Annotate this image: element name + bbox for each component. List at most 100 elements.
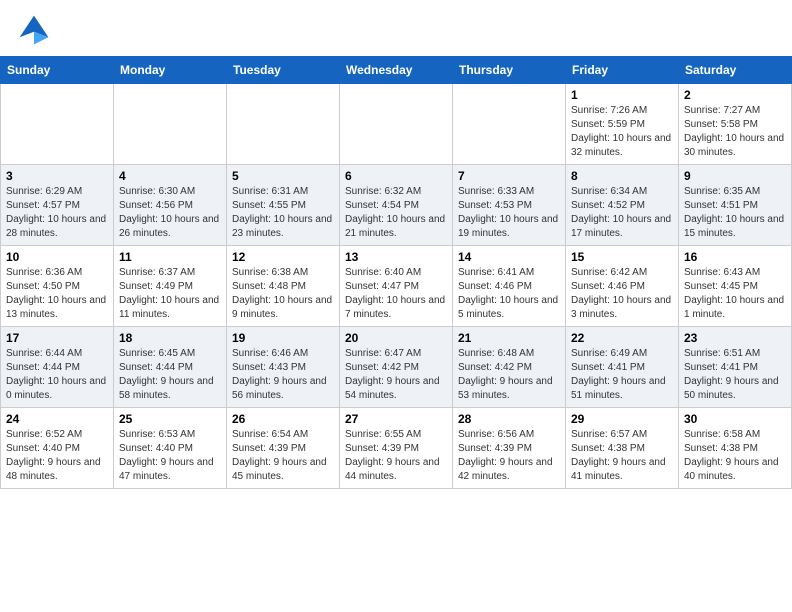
day-number: 28 xyxy=(458,412,560,426)
day-info: Sunrise: 6:40 AMSunset: 4:47 PMDaylight:… xyxy=(345,266,447,322)
day-info: Sunrise: 6:57 AMSunset: 4:38 PMDaylight:… xyxy=(571,428,673,484)
calendar-cell: 1 Sunrise: 7:26 AMSunset: 5:59 PMDaylight… xyxy=(566,84,679,165)
weekday-header-sunday: Sunday xyxy=(1,57,114,84)
day-info: Sunrise: 6:55 AMSunset: 4:39 PMDaylight:… xyxy=(345,428,447,484)
calendar-cell: 2 Sunrise: 7:27 AMSunset: 5:58 PMDaylight… xyxy=(679,84,792,165)
day-info: Sunrise: 6:34 AMSunset: 4:52 PMDaylight:… xyxy=(571,185,673,241)
calendar-cell: 27 Sunrise: 6:55 AMSunset: 4:39 PMDayligh… xyxy=(340,408,453,489)
day-number: 2 xyxy=(684,88,786,102)
calendar-cell: 21 Sunrise: 6:48 AMSunset: 4:42 PMDayligh… xyxy=(453,327,566,408)
calendar-cell: 17 Sunrise: 6:44 AMSunset: 4:44 PMDayligh… xyxy=(1,327,114,408)
day-number: 1 xyxy=(571,88,673,102)
logo xyxy=(16,12,56,48)
day-info: Sunrise: 6:30 AMSunset: 4:56 PMDaylight:… xyxy=(119,185,221,241)
weekday-header-wednesday: Wednesday xyxy=(340,57,453,84)
day-info: Sunrise: 6:36 AMSunset: 4:50 PMDaylight:… xyxy=(6,266,108,322)
day-info: Sunrise: 6:33 AMSunset: 4:53 PMDaylight:… xyxy=(458,185,560,241)
calendar-cell: 20Sunrise: 6:47 AMSunset: 4:42 PMDayligh… xyxy=(340,327,453,408)
weekday-header-monday: Monday xyxy=(114,57,227,84)
day-info: Sunrise: 6:53 AMSunset: 4:40 PMDaylight:… xyxy=(119,428,221,484)
day-info: Sunrise: 6:32 AMSunset: 4:54 PMDaylight:… xyxy=(345,185,447,241)
calendar-cell: 4 Sunrise: 6:30 AMSunset: 4:56 PMDaylight… xyxy=(114,165,227,246)
day-number: 19 xyxy=(232,331,334,345)
day-number: 16 xyxy=(684,250,786,264)
day-info: Sunrise: 6:46 AMSunset: 4:43 PMDaylight:… xyxy=(232,347,334,403)
day-number: 7 xyxy=(458,169,560,183)
calendar-cell xyxy=(227,84,340,165)
calendar-cell: 12 Sunrise: 6:38 AMSunset: 4:48 PMDayligh… xyxy=(227,246,340,327)
day-info: Sunrise: 6:43 AMSunset: 4:45 PMDaylight:… xyxy=(684,266,786,322)
day-number: 6 xyxy=(345,169,447,183)
calendar-cell: 7 Sunrise: 6:33 AMSunset: 4:53 PMDaylight… xyxy=(453,165,566,246)
page-header xyxy=(0,0,792,56)
day-info: Sunrise: 6:35 AMSunset: 4:51 PMDaylight:… xyxy=(684,185,786,241)
day-number: 4 xyxy=(119,169,221,183)
week-row-1: 1 Sunrise: 7:26 AMSunset: 5:59 PMDaylight… xyxy=(1,84,792,165)
day-number: 5 xyxy=(232,169,334,183)
week-row-4: 17 Sunrise: 6:44 AMSunset: 4:44 PMDayligh… xyxy=(1,327,792,408)
day-info: Sunrise: 6:37 AMSunset: 4:49 PMDaylight:… xyxy=(119,266,221,322)
calendar-cell: 22Sunrise: 6:49 AMSunset: 4:41 PMDayligh… xyxy=(566,327,679,408)
day-number: 15 xyxy=(571,250,673,264)
day-number: 24 xyxy=(6,412,108,426)
calendar-cell: 19 Sunrise: 6:46 AMSunset: 4:43 PMDayligh… xyxy=(227,327,340,408)
calendar-cell: 28Sunrise: 6:56 AMSunset: 4:39 PMDayligh… xyxy=(453,408,566,489)
day-number: 29 xyxy=(571,412,673,426)
day-number: 25 xyxy=(119,412,221,426)
day-number: 21 xyxy=(458,331,560,345)
day-number: 14 xyxy=(458,250,560,264)
week-row-5: 24Sunrise: 6:52 AMSunset: 4:40 PMDayligh… xyxy=(1,408,792,489)
calendar-cell: 26Sunrise: 6:54 AMSunset: 4:39 PMDayligh… xyxy=(227,408,340,489)
day-number: 3 xyxy=(6,169,108,183)
day-info: Sunrise: 6:31 AMSunset: 4:55 PMDaylight:… xyxy=(232,185,334,241)
day-number: 8 xyxy=(571,169,673,183)
day-number: 27 xyxy=(345,412,447,426)
day-info: Sunrise: 6:45 AMSunset: 4:44 PMDaylight:… xyxy=(119,347,221,403)
weekday-header-tuesday: Tuesday xyxy=(227,57,340,84)
calendar-cell xyxy=(1,84,114,165)
day-number: 23 xyxy=(684,331,786,345)
day-info: Sunrise: 6:41 AMSunset: 4:46 PMDaylight:… xyxy=(458,266,560,322)
day-number: 17 xyxy=(6,331,108,345)
day-info: Sunrise: 6:29 AMSunset: 4:57 PMDaylight:… xyxy=(6,185,108,241)
day-info: Sunrise: 6:44 AMSunset: 4:44 PMDaylight:… xyxy=(6,347,108,403)
weekday-header-row: SundayMondayTuesdayWednesdayThursdayFrid… xyxy=(1,57,792,84)
calendar-cell: 14 Sunrise: 6:41 AMSunset: 4:46 PMDayligh… xyxy=(453,246,566,327)
weekday-header-thursday: Thursday xyxy=(453,57,566,84)
calendar-cell: 3 Sunrise: 6:29 AMSunset: 4:57 PMDaylight… xyxy=(1,165,114,246)
calendar-cell: 29 Sunrise: 6:57 AMSunset: 4:38 PMDayligh… xyxy=(566,408,679,489)
day-number: 20 xyxy=(345,331,447,345)
day-info: Sunrise: 6:42 AMSunset: 4:46 PMDaylight:… xyxy=(571,266,673,322)
day-info: Sunrise: 6:54 AMSunset: 4:39 PMDaylight:… xyxy=(232,428,334,484)
calendar-cell xyxy=(340,84,453,165)
calendar-cell: 9 Sunrise: 6:35 AMSunset: 4:51 PMDaylight… xyxy=(679,165,792,246)
logo-icon xyxy=(16,12,52,48)
day-number: 12 xyxy=(232,250,334,264)
day-info: Sunrise: 6:38 AMSunset: 4:48 PMDaylight:… xyxy=(232,266,334,322)
day-number: 18 xyxy=(119,331,221,345)
day-info: Sunrise: 6:48 AMSunset: 4:42 PMDaylight:… xyxy=(458,347,560,403)
week-row-2: 3 Sunrise: 6:29 AMSunset: 4:57 PMDaylight… xyxy=(1,165,792,246)
calendar-cell: 8 Sunrise: 6:34 AMSunset: 4:52 PMDaylight… xyxy=(566,165,679,246)
day-number: 13 xyxy=(345,250,447,264)
calendar-cell: 24Sunrise: 6:52 AMSunset: 4:40 PMDayligh… xyxy=(1,408,114,489)
weekday-header-saturday: Saturday xyxy=(679,57,792,84)
calendar-cell: 13 Sunrise: 6:40 AMSunset: 4:47 PMDayligh… xyxy=(340,246,453,327)
day-info: Sunrise: 7:27 AMSunset: 5:58 PMDaylight:… xyxy=(684,104,786,160)
calendar-cell: 15 Sunrise: 6:42 AMSunset: 4:46 PMDayligh… xyxy=(566,246,679,327)
calendar-cell: 30 Sunrise: 6:58 AMSunset: 4:38 PMDayligh… xyxy=(679,408,792,489)
day-number: 9 xyxy=(684,169,786,183)
day-info: Sunrise: 6:58 AMSunset: 4:38 PMDaylight:… xyxy=(684,428,786,484)
day-number: 10 xyxy=(6,250,108,264)
day-info: Sunrise: 6:51 AMSunset: 4:41 PMDaylight:… xyxy=(684,347,786,403)
day-info: Sunrise: 7:26 AMSunset: 5:59 PMDaylight:… xyxy=(571,104,673,160)
calendar-cell: 5 Sunrise: 6:31 AMSunset: 4:55 PMDaylight… xyxy=(227,165,340,246)
day-number: 22 xyxy=(571,331,673,345)
calendar-cell: 16 Sunrise: 6:43 AMSunset: 4:45 PMDayligh… xyxy=(679,246,792,327)
calendar-cell: 6 Sunrise: 6:32 AMSunset: 4:54 PMDaylight… xyxy=(340,165,453,246)
weekday-header-friday: Friday xyxy=(566,57,679,84)
day-number: 11 xyxy=(119,250,221,264)
calendar-cell: 10 Sunrise: 6:36 AMSunset: 4:50 PMDayligh… xyxy=(1,246,114,327)
calendar-cell: 25 Sunrise: 6:53 AMSunset: 4:40 PMDayligh… xyxy=(114,408,227,489)
day-number: 30 xyxy=(684,412,786,426)
